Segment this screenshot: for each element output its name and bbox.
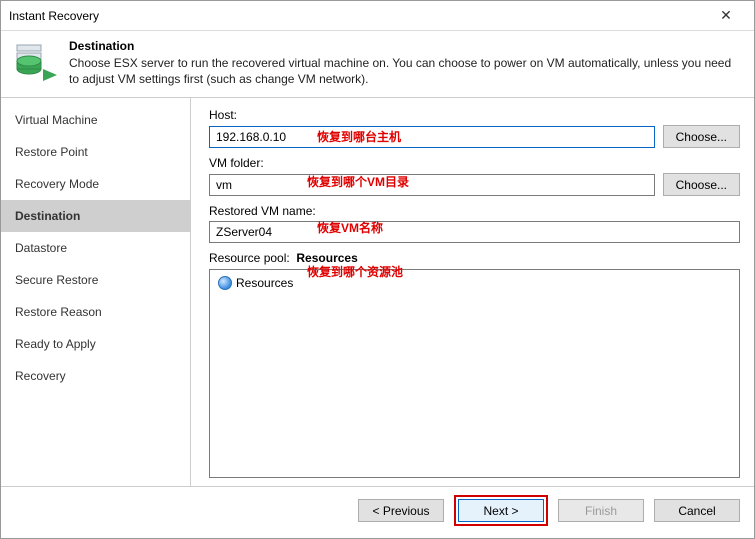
sidebar-item-destination[interactable]: Destination	[1, 200, 190, 232]
vmfolder-choose-button[interactable]: Choose...	[663, 173, 740, 196]
header-description: Choose ESX server to run the recovered v…	[69, 55, 742, 87]
restored-name-input[interactable]	[209, 221, 740, 243]
resource-pool-tree[interactable]: Resources	[209, 269, 740, 478]
vmfolder-label: VM folder:	[209, 156, 740, 170]
wizard-footer: < Previous Next > Finish Cancel	[1, 486, 754, 534]
wizard-header: Destination Choose ESX server to run the…	[1, 31, 754, 98]
tree-node-resources[interactable]: Resources	[218, 276, 731, 290]
restored-name-label: Restored VM name:	[209, 204, 740, 218]
sidebar-item-secure-restore[interactable]: Secure Restore	[1, 264, 190, 296]
wizard-steps-sidebar: Virtual Machine Restore Point Recovery M…	[1, 98, 191, 486]
host-label: Host:	[209, 108, 740, 122]
destination-icon	[13, 39, 57, 83]
next-button[interactable]: Next >	[458, 499, 544, 522]
host-choose-button[interactable]: Choose...	[663, 125, 740, 148]
resource-pool-icon	[218, 276, 232, 290]
window-title: Instant Recovery	[9, 9, 706, 23]
vmfolder-input[interactable]	[209, 174, 655, 196]
sidebar-item-restore-point[interactable]: Restore Point	[1, 136, 190, 168]
header-title: Destination	[69, 39, 742, 53]
sidebar-item-ready-to-apply[interactable]: Ready to Apply	[1, 328, 190, 360]
cancel-button[interactable]: Cancel	[654, 499, 740, 522]
previous-button[interactable]: < Previous	[358, 499, 444, 522]
next-button-highlight: Next >	[454, 495, 548, 526]
tree-node-label: Resources	[236, 276, 293, 290]
finish-button: Finish	[558, 499, 644, 522]
host-input[interactable]	[209, 126, 655, 148]
sidebar-item-virtual-machine[interactable]: Virtual Machine	[1, 104, 190, 136]
resource-pool-label-row: Resource pool: Resources	[209, 251, 740, 265]
resource-pool-label: Resource pool:	[209, 251, 290, 265]
sidebar-item-restore-reason[interactable]: Restore Reason	[1, 296, 190, 328]
sidebar-item-recovery[interactable]: Recovery	[1, 360, 190, 392]
title-bar: Instant Recovery ✕	[1, 1, 754, 31]
sidebar-item-recovery-mode[interactable]: Recovery Mode	[1, 168, 190, 200]
resource-pool-value: Resources	[296, 251, 357, 265]
sidebar-item-datastore[interactable]: Datastore	[1, 232, 190, 264]
close-icon[interactable]: ✕	[706, 7, 746, 24]
